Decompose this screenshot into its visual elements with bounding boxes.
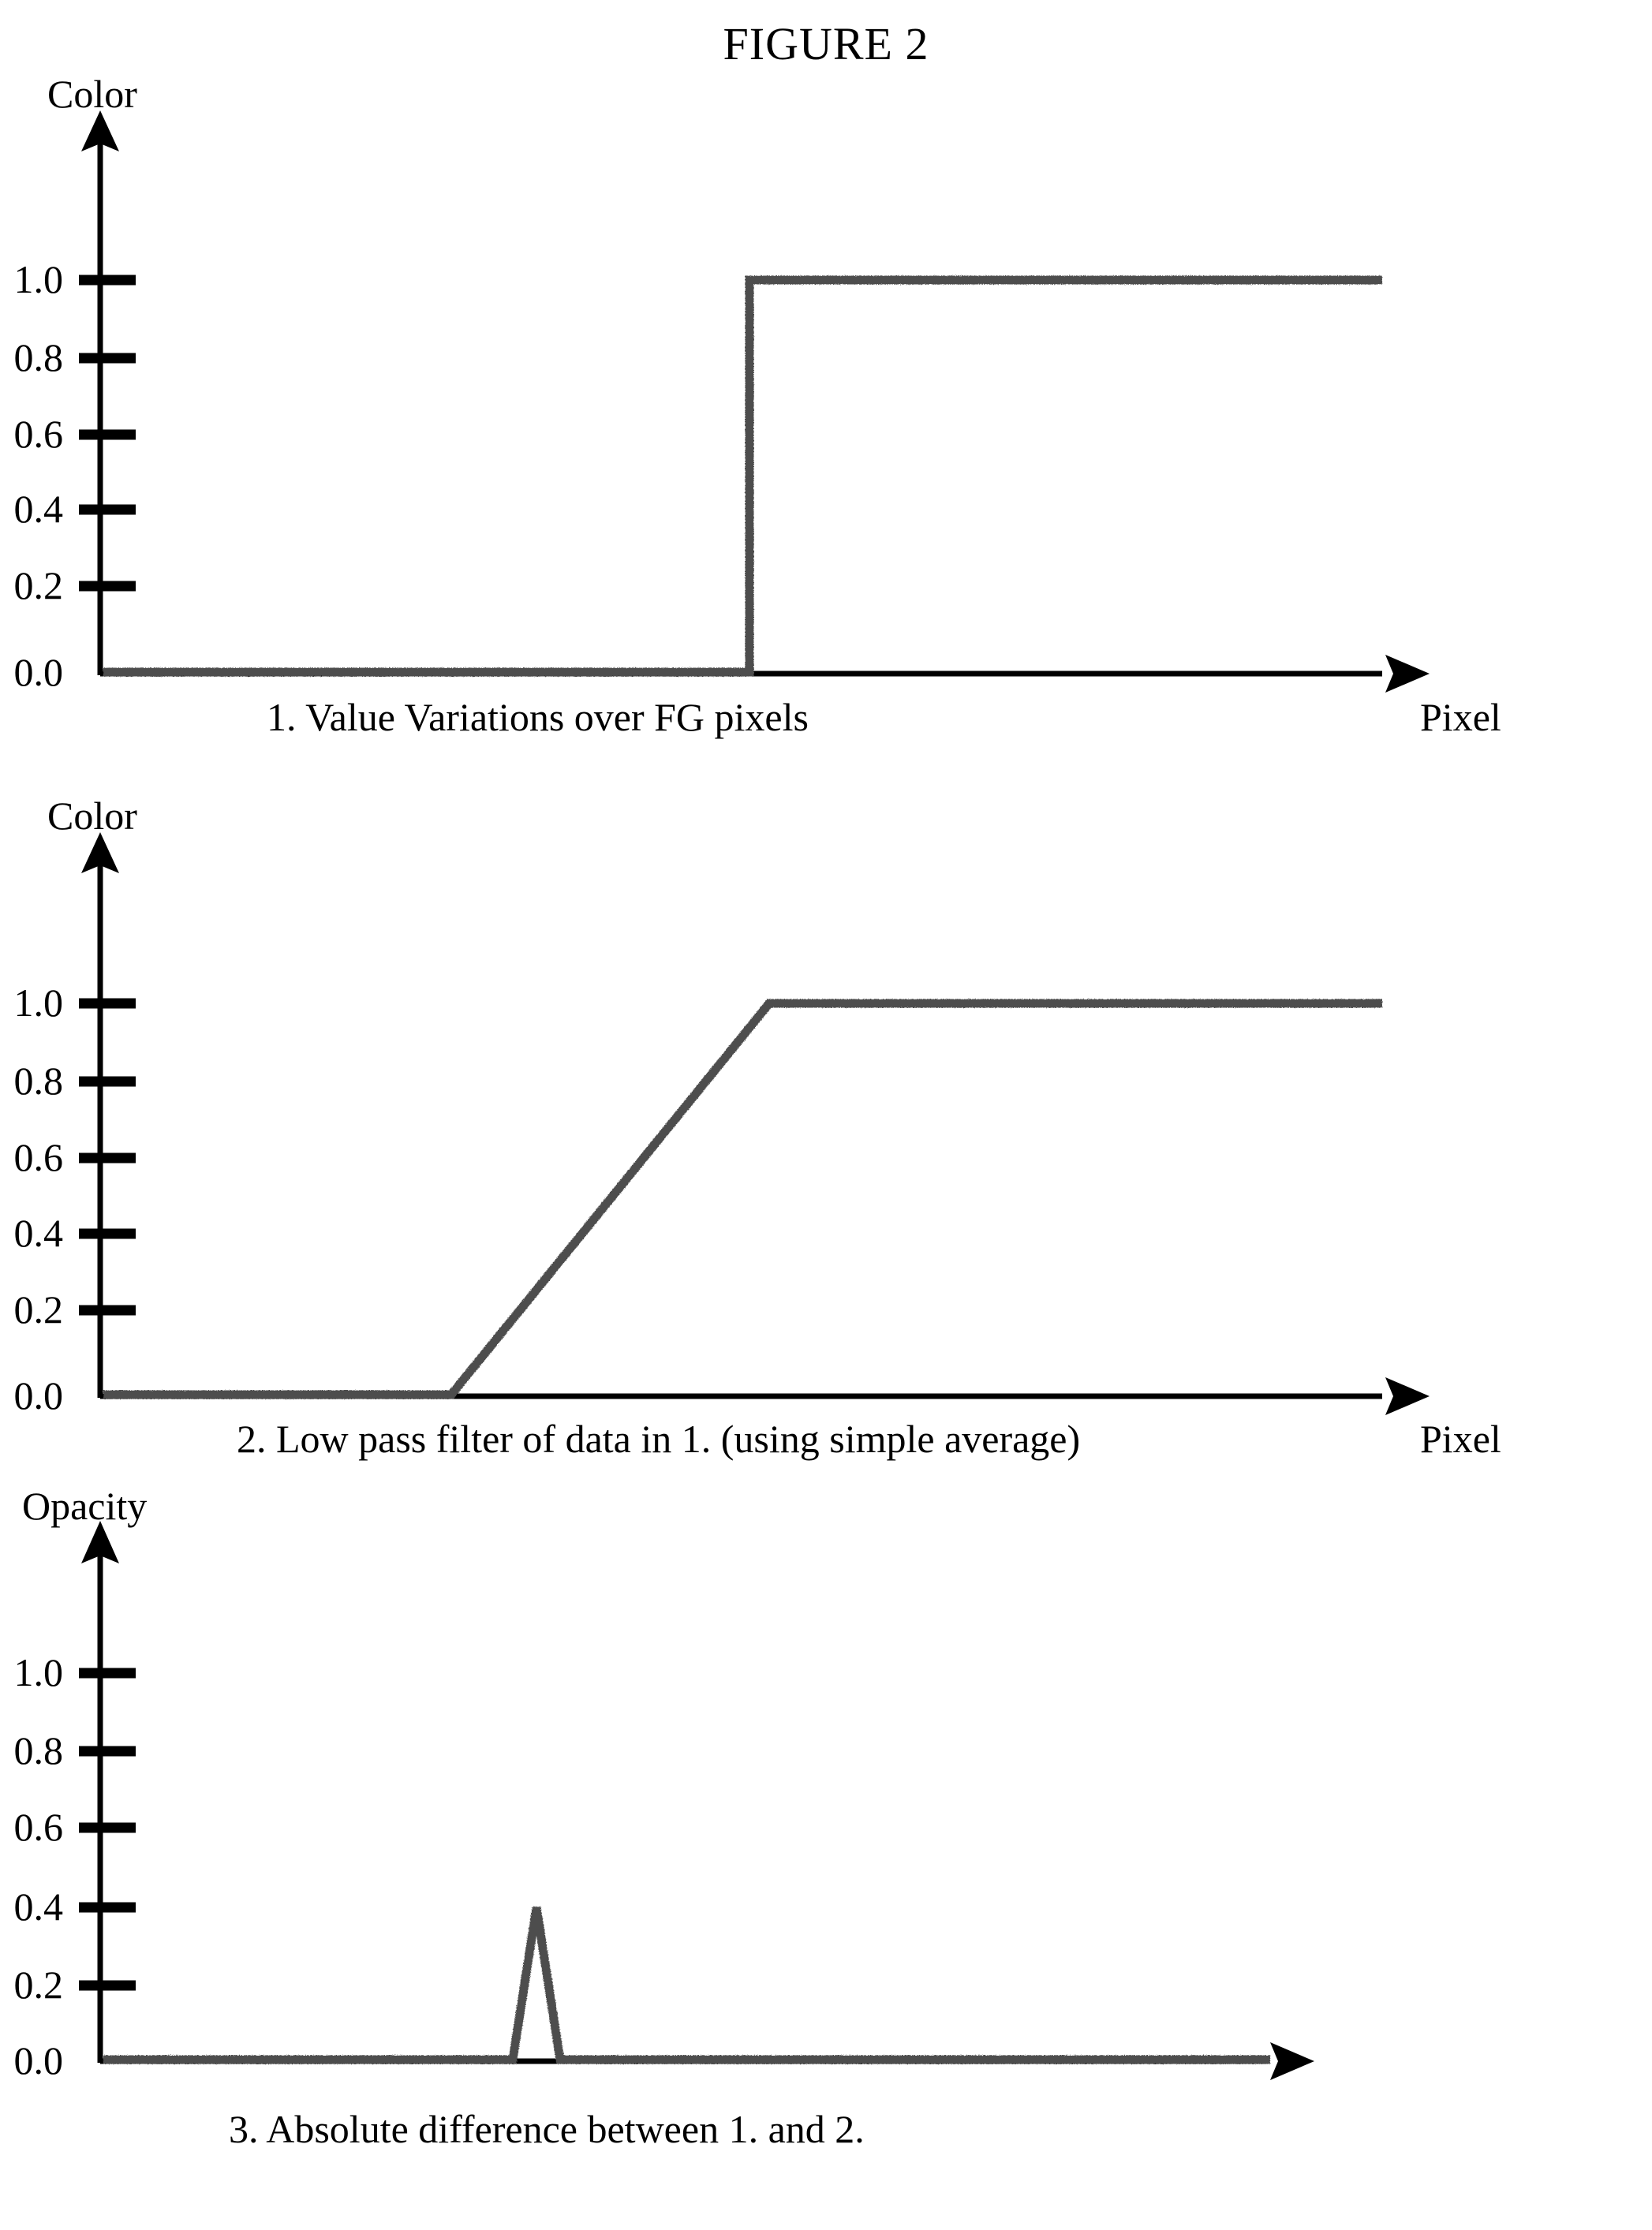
y-tick-label-0.0-panel3: 0.0 bbox=[13, 2038, 64, 2082]
y-tick-label-0.4-panel2: 0.4 bbox=[13, 1211, 64, 1255]
y-tick-label-0.6-panel3: 0.6 bbox=[13, 1805, 64, 1849]
x-axis-label-panel2: Pixel bbox=[1420, 1417, 1501, 1461]
y-axis-title-panel1: Color bbox=[47, 72, 137, 116]
chart-caption-3: 3. Absolute difference between 1. and 2. bbox=[229, 2107, 865, 2151]
chart-1-graphic bbox=[79, 110, 1430, 693]
y-axis-title-panel2: Color bbox=[47, 794, 137, 838]
chart-panel-1: Color 1.0 0.8 0.6 0.4 0.2 0.0 1. Value V… bbox=[0, 72, 1652, 773]
y-tick-label-1.0-panel2: 1.0 bbox=[13, 981, 64, 1025]
chart-panel-3: Opacity 1.0 0.8 0.6 0.4 0.2 0.0 3. Absol… bbox=[0, 1484, 1652, 2209]
y-tick-label-0.8-panel1: 0.8 bbox=[13, 335, 64, 379]
y-tick-label-0.2-panel2: 0.2 bbox=[13, 1287, 64, 1332]
page-title: FIGURE 2 bbox=[723, 18, 929, 69]
chart-caption-2: 2. Low pass filter of data in 1. (using … bbox=[237, 1417, 1081, 1461]
data-series-low-pass-ramp bbox=[103, 999, 1382, 1399]
x-axis-label-panel1: Pixel bbox=[1420, 695, 1501, 739]
y-axis-title-panel3: Opacity bbox=[22, 1484, 148, 1528]
y-tick-label-0.0-panel2: 0.0 bbox=[13, 1373, 64, 1418]
y-tick-label-0.2-panel3: 0.2 bbox=[13, 1963, 64, 2007]
x-axis-arrowhead-1 bbox=[1385, 655, 1430, 693]
y-tick-label-0.4-panel3: 0.4 bbox=[13, 1884, 64, 1929]
y-tick-label-1.0-panel3: 1.0 bbox=[13, 1650, 64, 1694]
y-tick-label-0.4-panel1: 0.4 bbox=[13, 487, 64, 531]
y-tick-label-1.0-panel1: 1.0 bbox=[13, 257, 64, 301]
chart-3-graphic bbox=[75, 1521, 1314, 2080]
y-tick-label-0.6-panel1: 0.6 bbox=[13, 412, 64, 456]
chart-caption-1: 1. Value Variations over FG pixels bbox=[267, 695, 809, 739]
y-tick-label-0.8-panel2: 0.8 bbox=[13, 1059, 64, 1103]
y-tick-label-0.0-panel1: 0.0 bbox=[13, 650, 64, 694]
y-tick-label-0.6-panel2: 0.6 bbox=[13, 1135, 64, 1179]
chart-panel-2: Color 1.0 0.8 0.6 0.4 0.2 0.0 2. Low pas… bbox=[0, 794, 1652, 1507]
y-tick-label-0.2-panel1: 0.2 bbox=[13, 563, 64, 607]
data-series-step-edge bbox=[103, 275, 1382, 677]
x-axis-arrowhead-2 bbox=[1385, 1377, 1430, 1415]
data-series-abs-difference bbox=[103, 1907, 1270, 2064]
chart-2-graphic bbox=[79, 832, 1430, 1415]
y-tick-label-0.8-panel3: 0.8 bbox=[13, 1728, 64, 1772]
x-axis-arrowhead-3 bbox=[1270, 2042, 1314, 2080]
